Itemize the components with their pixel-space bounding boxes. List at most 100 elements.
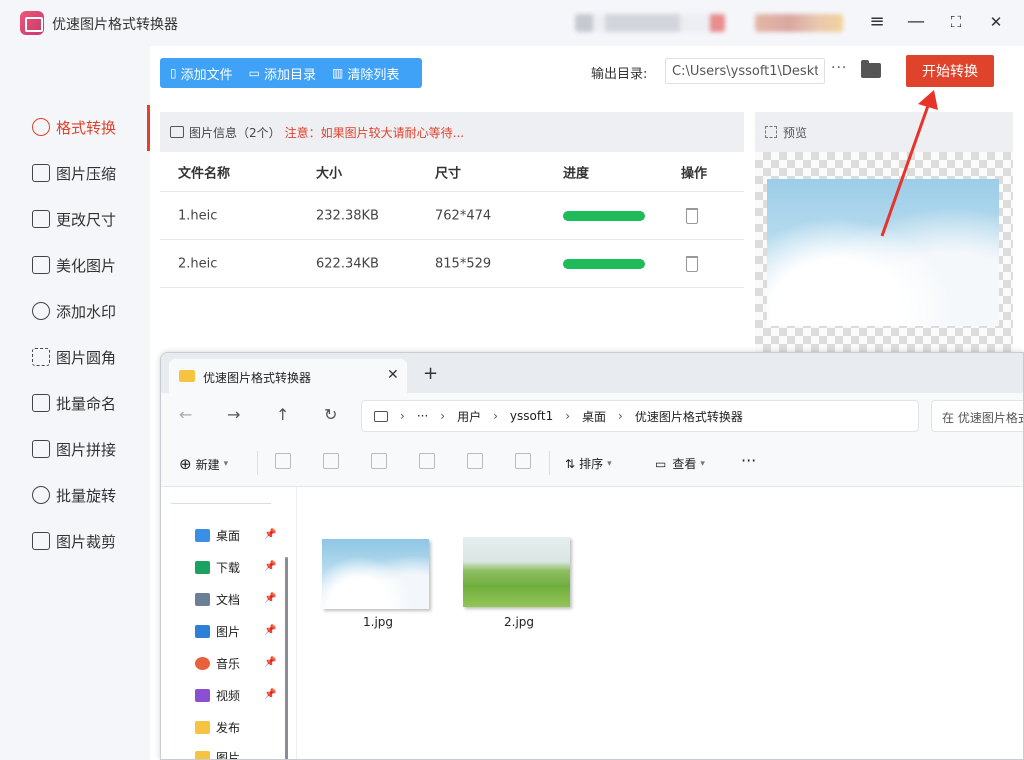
clear-list-button[interactable]: ▥ 清除列表 (332, 64, 399, 83)
more-commands-button[interactable]: ··· (741, 451, 756, 470)
minimize-button[interactable]: — (903, 10, 929, 34)
more-options-button[interactable]: ··· (831, 60, 847, 76)
large-file-warning: 注意：如果图片较大请耐心等待... (284, 125, 465, 140)
add-file-button[interactable]: ▯ 添加文件 (170, 64, 233, 83)
new-button[interactable]: ⊕ 新建 ▾ (179, 455, 228, 473)
delete-icon[interactable] (515, 453, 531, 469)
rotate-icon (32, 486, 50, 504)
quick-access-item[interactable]: 图片 (195, 749, 240, 759)
rename-icon[interactable] (419, 453, 435, 469)
pin-icon[interactable]: 📌 (264, 657, 276, 668)
up-icon[interactable]: ↑ (276, 405, 289, 424)
menu-icon[interactable]: ≡ (864, 10, 890, 34)
sidebar-item-label: 添加水印 (56, 302, 117, 321)
share-icon[interactable] (467, 453, 483, 469)
sidebar-item-beautify[interactable]: 美化图片 (32, 253, 116, 277)
compress-icon (32, 164, 50, 182)
output-dir-input[interactable] (665, 58, 825, 84)
add-dir-button[interactable]: ▭ 添加目录 (249, 64, 316, 83)
file-label[interactable]: 2.jpg (504, 615, 534, 629)
sidebar-item-format-convert[interactable]: 格式转换 (32, 115, 116, 139)
sidebar-item-rounded-corner[interactable]: 图片圆角 (32, 345, 116, 369)
sidebar-item-compress[interactable]: 图片压缩 (32, 161, 116, 185)
refresh-icon[interactable]: ↻ (324, 405, 337, 424)
quick-access-item[interactable]: 下载 (195, 559, 240, 576)
pictures-icon (195, 625, 210, 638)
pin-icon[interactable]: 📌 (264, 593, 276, 604)
view-button[interactable]: ▭ 查看 ▾ (655, 455, 705, 472)
sidebar-item-rename[interactable]: 批量命名 (32, 391, 116, 415)
file-label[interactable]: 1.jpg (363, 615, 393, 629)
music-icon (195, 657, 210, 670)
breadcrumb-item[interactable]: yssoft1 (510, 409, 553, 423)
quick-access-item[interactable]: 图片 (195, 623, 240, 640)
close-button[interactable]: ✕ (983, 10, 1009, 34)
sidebar-item-resize[interactable]: 更改尺寸 (32, 207, 116, 231)
pin-icon[interactable]: 📌 (264, 529, 276, 540)
delete-icon[interactable] (686, 207, 698, 224)
sidebar-item-label: 批量旋转 (56, 486, 117, 505)
back-icon[interactable]: ← (179, 405, 192, 424)
file-explorer-window: 优速图片格式转换器 ✕ + ← → ↑ ↻ › ··· › 用户 › yssof… (160, 352, 1024, 760)
new-tab-button[interactable]: + (423, 363, 438, 384)
address-bar[interactable]: › ··· › 用户 › yssoft1 › 桌面 › 优速图片格式转换器 (361, 400, 919, 432)
breadcrumb-item[interactable]: 用户 (457, 408, 481, 425)
column-header-name: 文件名称 (178, 166, 231, 181)
desktop-icon (195, 529, 210, 542)
paste-icon[interactable] (371, 453, 387, 469)
file-name: 2.heic (178, 256, 218, 271)
sort-button[interactable]: ⇅ 排序 ▾ (565, 455, 612, 472)
quick-access-item[interactable]: 文档 (195, 591, 240, 608)
tab-close-icon[interactable]: ✕ (387, 367, 399, 383)
cut-icon[interactable] (275, 453, 291, 469)
sidebar-item-crop[interactable]: 图片裁剪 (32, 529, 116, 553)
column-header-size: 大小 (316, 166, 343, 181)
column-header-action: 操作 (681, 166, 708, 181)
file-thumbnail[interactable] (322, 539, 429, 609)
folder-icon (179, 370, 195, 382)
sidebar-item-label: 美化图片 (56, 256, 117, 275)
explorer-tab-title: 优速图片格式转换器 (203, 371, 312, 385)
sidebar-item-watermark[interactable]: 添加水印 (32, 299, 116, 323)
folder-icon (195, 721, 210, 734)
table-row[interactable]: 1.heic 232.38KB 762*474 (160, 192, 744, 240)
breadcrumb-item[interactable]: 优速图片格式转换器 (635, 408, 743, 425)
quick-access-item[interactable]: 音乐 (195, 655, 240, 672)
sidebar-item-rotate[interactable]: 批量旋转 (32, 483, 116, 507)
sidebar-item-label: 批量命名 (56, 394, 117, 413)
stitch-icon (32, 440, 50, 458)
folder-icon (195, 751, 210, 759)
start-convert-button[interactable]: 开始转换 (906, 55, 994, 87)
quick-access-item[interactable]: 桌面 (195, 527, 240, 544)
explorer-search-input[interactable]: 在 优速图片格式转换器 中搜索 (931, 400, 1023, 432)
arrow-shaft (880, 99, 932, 237)
chevron-right-icon: › (565, 409, 571, 423)
column-header-progress: 进度 (563, 166, 590, 181)
delete-icon[interactable] (686, 255, 698, 272)
copy-icon[interactable] (323, 453, 339, 469)
blurred-user-badge (755, 14, 843, 32)
forward-icon[interactable]: → (227, 405, 240, 424)
quick-access-label: 音乐 (216, 657, 241, 671)
sidebar-item-stitch[interactable]: 图片拼接 (32, 437, 116, 461)
trash-icon: ▥ (331, 66, 344, 80)
maximize-button[interactable]: ⛶ (943, 10, 969, 34)
pin-icon[interactable]: 📌 (264, 625, 276, 636)
pin-icon[interactable]: 📌 (264, 561, 276, 572)
preview-icon (765, 126, 777, 138)
quick-access-item[interactable]: 视频 (195, 687, 240, 704)
chevron-down-icon: ▾ (700, 458, 705, 469)
open-folder-icon[interactable] (861, 60, 881, 78)
nav-scrollbar[interactable] (285, 557, 288, 759)
file-thumbnail[interactable] (463, 537, 570, 607)
breadcrumb-item[interactable]: 桌面 (582, 408, 606, 425)
quick-access-item[interactable]: 发布 (195, 719, 240, 736)
table-row[interactable]: 2.heic 622.34KB 815*529 (160, 240, 744, 288)
sort-icon: ⇅ (565, 456, 576, 471)
app-title: 优速图片格式转换器 (52, 17, 178, 33)
file-toolbar: ▯ 添加文件 ▭ 添加目录 ▥ 清除列表 (160, 58, 422, 88)
explorer-tab[interactable]: 优速图片格式转换器 ✕ (169, 359, 407, 393)
pin-icon[interactable]: 📌 (264, 689, 276, 700)
quick-access-label: 桌面 (216, 529, 241, 543)
address-more[interactable]: ··· (417, 409, 428, 423)
